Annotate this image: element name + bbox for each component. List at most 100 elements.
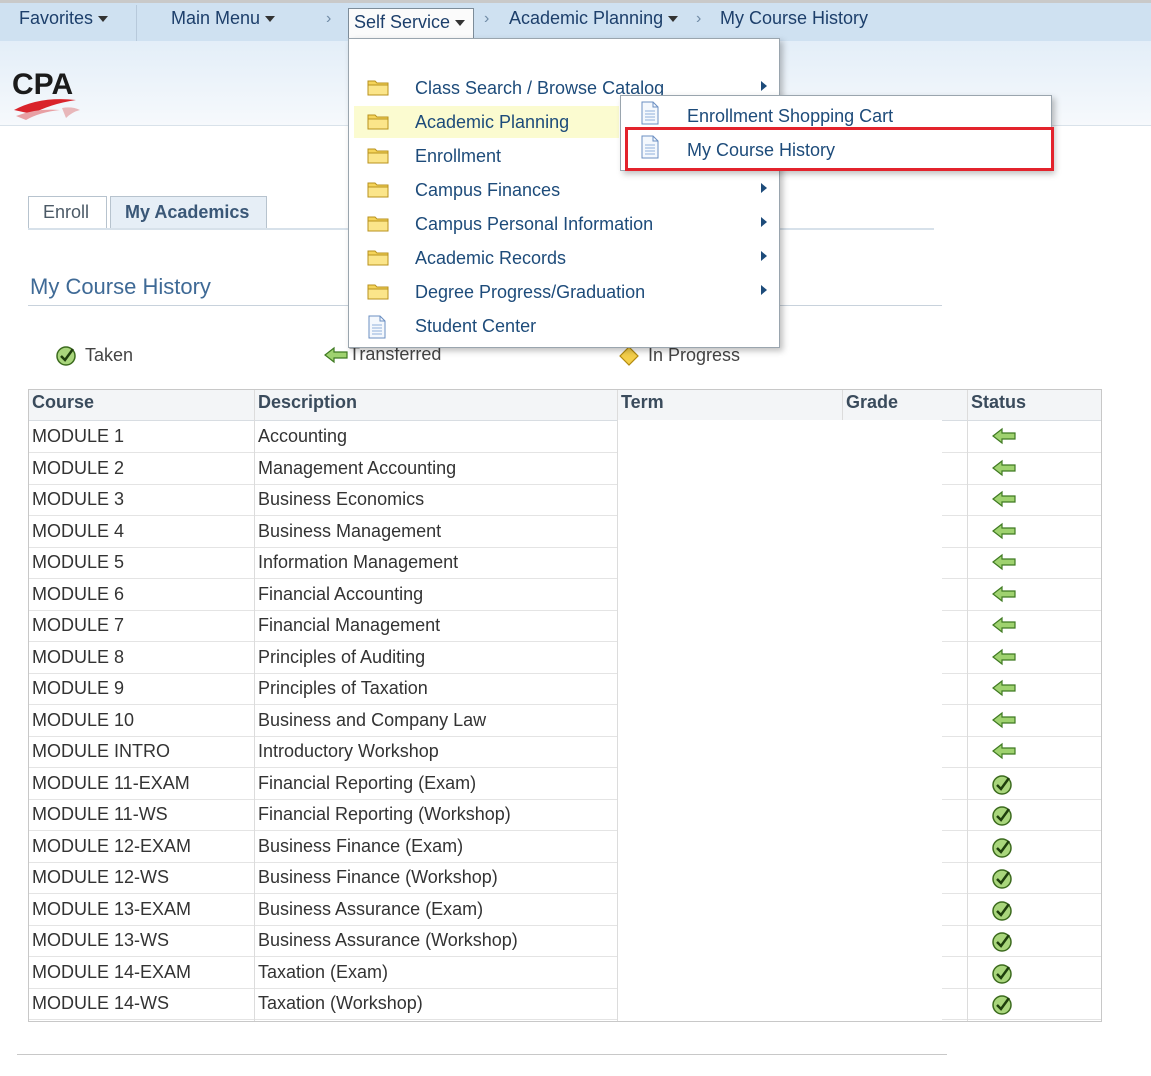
course-cell: MODULE 4: [32, 521, 125, 541]
grid-header: [29, 390, 1101, 421]
course-cell: MODULE 13-WS: [32, 930, 170, 950]
chevron-right-icon: [761, 285, 767, 295]
self-service-menu[interactable]: Self Service: [348, 8, 475, 38]
term-grade-area: [618, 420, 942, 1020]
course-cell: MODULE 9: [32, 678, 125, 698]
chevron-right-icon: [761, 183, 767, 193]
course-cell: MODULE INTRO: [32, 741, 171, 761]
status-cell: [991, 741, 1016, 763]
transfer-arrow-icon: [992, 679, 1016, 697]
status-cell: [991, 647, 1016, 669]
menu-item-campus-finances[interactable]: Campus Finances: [354, 174, 774, 206]
check-icon: [992, 901, 1012, 921]
description-cell: Business Economics: [258, 489, 425, 509]
status-cell: [991, 552, 1016, 574]
transfer-arrow-icon: [992, 711, 1016, 729]
course-cell: MODULE 1: [32, 426, 125, 446]
description-cell: Introductory Workshop: [258, 741, 439, 761]
academic-planning-breadcrumb[interactable]: Academic Planning: [509, 8, 679, 29]
menu-item-label: Academic Records: [415, 248, 567, 268]
menu-item-student-center[interactable]: Student Center: [354, 310, 774, 342]
chevron-right-icon: [761, 81, 767, 91]
menu-item-academic-planning[interactable]: Academic Planning: [354, 106, 767, 138]
transfer-arrow-icon: [992, 742, 1016, 760]
transfer-arrow-icon: [992, 459, 1016, 477]
check-icon: [992, 775, 1012, 795]
description-cell: Financial Reporting (Exam): [258, 773, 477, 793]
transfer-arrow-icon: [992, 427, 1016, 445]
status-cell: [991, 426, 1016, 448]
status-cell: [991, 710, 1016, 732]
tab-my-academics[interactable]: My Academics: [110, 196, 267, 228]
nav-divider: [136, 5, 137, 41]
description-cell: Information Management: [258, 552, 459, 572]
folder-icon: [367, 250, 389, 266]
main-menu[interactable]: Main Menu: [171, 8, 276, 29]
menu-item-label: Student Center: [415, 316, 537, 336]
folder-icon: [367, 145, 389, 170]
course-cell: MODULE 13-EXAM: [32, 899, 192, 919]
submenu-item-enrollment-shopping-cart[interactable]: Enrollment Shopping Cart: [626, 98, 1046, 130]
status-cell: [991, 836, 1013, 858]
description-cell: Business and Company Law: [258, 710, 487, 730]
submenu-item-label: Enrollment Shopping Cart: [687, 106, 894, 126]
column-header-term[interactable]: Term: [621, 392, 664, 413]
legend-taken: Taken: [55, 344, 133, 366]
status-cell: [991, 930, 1013, 952]
transfer-arrow-icon: [992, 616, 1016, 634]
tab-enroll[interactable]: Enroll: [28, 196, 107, 228]
check-icon: [56, 346, 76, 366]
check-icon: [992, 995, 1012, 1015]
self-service-dropdown: Class Search / Browse Catalog Academic Pl…: [348, 38, 780, 348]
highlight-annotation: [625, 127, 1054, 171]
chevron-down-icon: [98, 16, 109, 23]
favorites-menu[interactable]: Favorites: [19, 8, 109, 29]
status-cell: [991, 615, 1016, 637]
transfer-arrow-icon: [324, 346, 348, 363]
menu-item-academic-records[interactable]: Academic Records: [354, 242, 774, 274]
course-cell: MODULE 11-EXAM: [32, 773, 190, 793]
footer-divider: [17, 1054, 947, 1055]
column-header-course[interactable]: Course: [32, 392, 94, 413]
folder-icon: [367, 213, 389, 238]
status-cell: [991, 962, 1013, 984]
check-icon: [992, 838, 1012, 858]
description-cell: Management Accounting: [258, 458, 457, 478]
menu-item-label: Degree Progress/Graduation: [415, 282, 646, 302]
folder-icon: [367, 77, 389, 102]
page-icon: [367, 315, 387, 344]
description-cell: Business Assurance (Exam): [258, 899, 484, 919]
menu-item-label: Enrollment: [415, 146, 502, 166]
column-header-grade[interactable]: Grade: [846, 392, 898, 413]
folder-icon: [367, 216, 389, 232]
menu-item-degree-progress-graduation[interactable]: Degree Progress/Graduation: [354, 276, 774, 308]
page-icon: [641, 101, 659, 125]
course-cell: MODULE 6: [32, 584, 125, 604]
breadcrumb-arrow-icon: ›: [696, 10, 702, 27]
legend-taken-label: Taken: [85, 344, 134, 365]
status-cell: [991, 521, 1016, 543]
column-header-description[interactable]: Description: [258, 392, 357, 413]
top-navigation-bar: Favorites Main Menu › Self Service › Aca…: [0, 0, 1151, 41]
menu-item-campus-personal-information[interactable]: Campus Personal Information: [354, 208, 774, 240]
breadcrumb-arrow-icon: ›: [326, 10, 332, 27]
description-cell: Business Assurance (Workshop): [258, 930, 518, 950]
check-icon: [992, 806, 1012, 826]
column-divider: [967, 390, 968, 1021]
current-page-breadcrumb: My Course History: [720, 8, 869, 28]
column-header-status[interactable]: Status: [971, 392, 1026, 413]
description-cell: Financial Management: [258, 615, 441, 635]
course-cell: MODULE 12-EXAM: [32, 836, 192, 856]
self-service-label: Self Service: [354, 12, 451, 32]
status-cell: [991, 867, 1013, 889]
transfer-arrow-icon: [992, 648, 1016, 666]
logo-text: CPA: [12, 68, 73, 101]
chevron-down-icon: [265, 16, 276, 23]
page-icon: [640, 101, 660, 130]
folder-icon: [367, 284, 389, 300]
check-icon: [992, 932, 1012, 952]
course-cell: MODULE 2: [32, 458, 125, 478]
column-divider: [254, 390, 255, 1021]
status-cell: [991, 489, 1016, 511]
course-cell: MODULE 5: [32, 552, 125, 572]
